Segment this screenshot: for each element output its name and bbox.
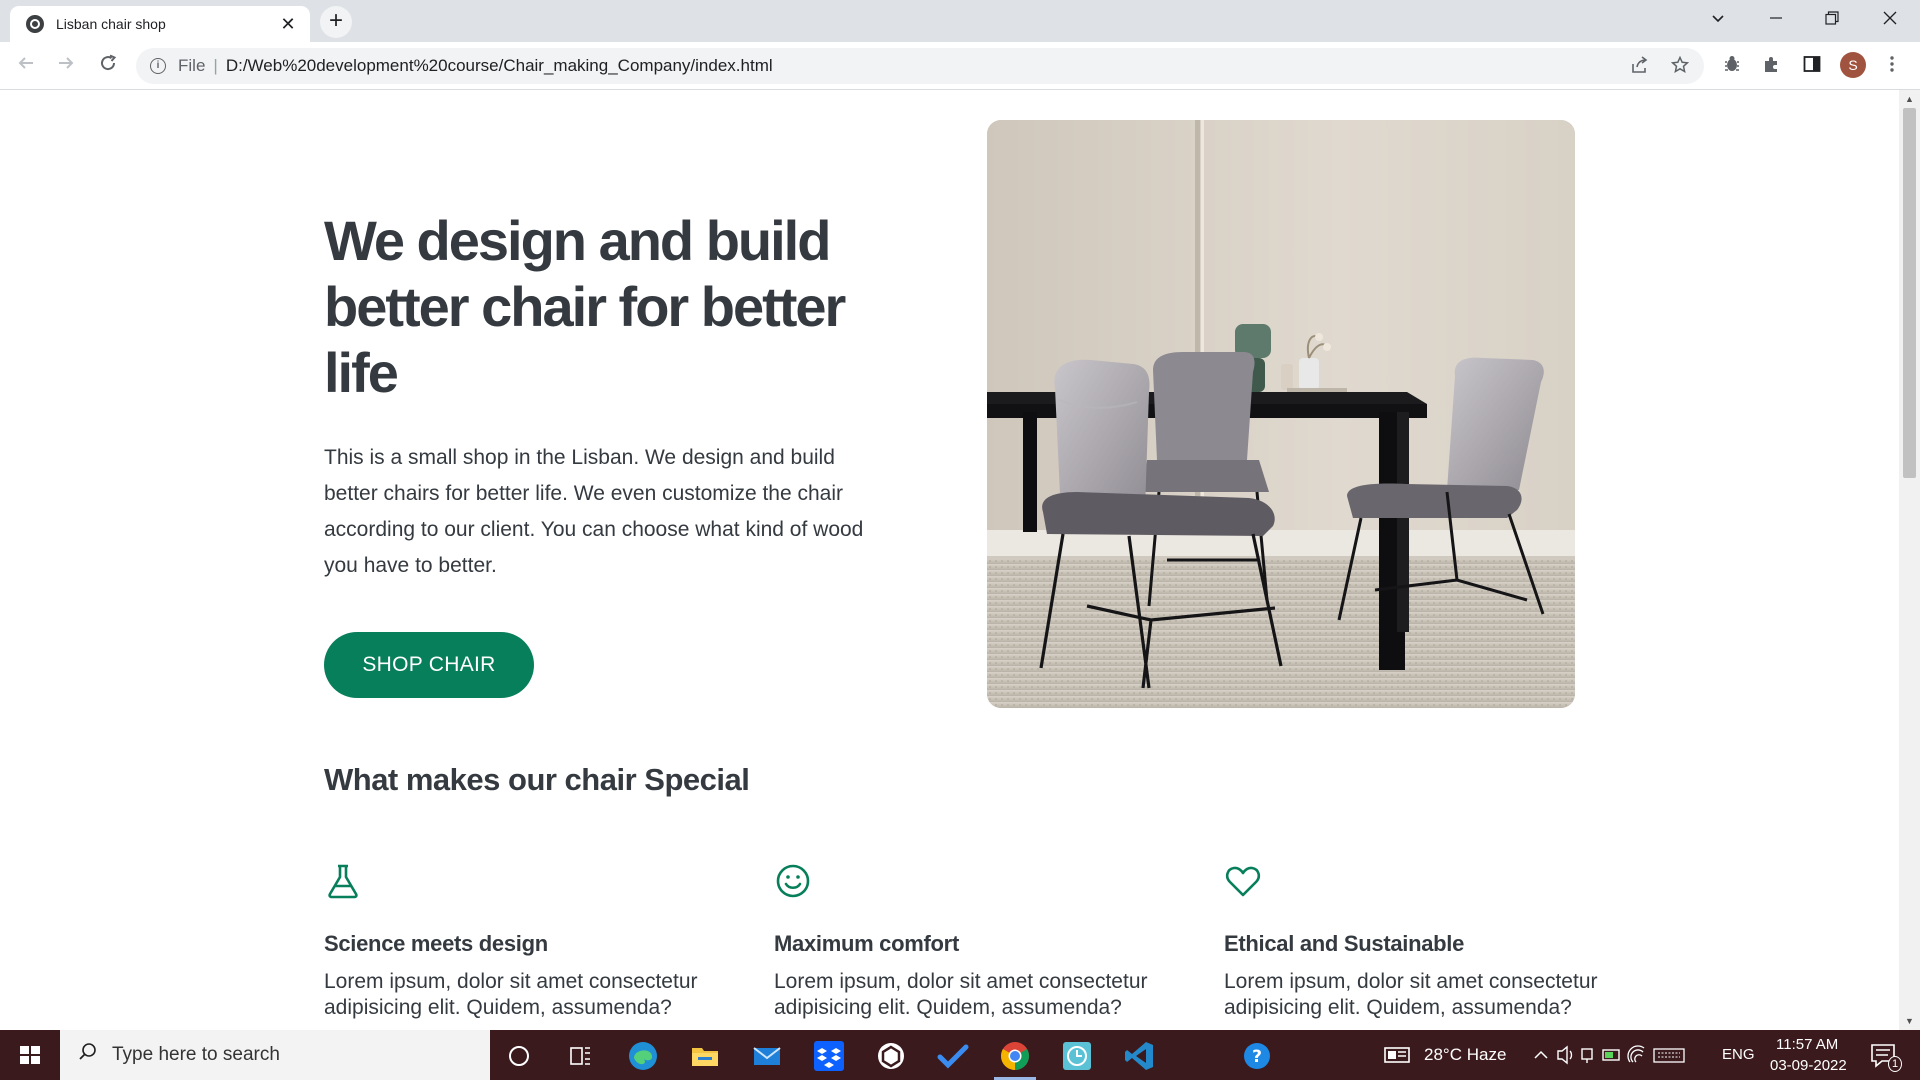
heart-icon <box>1225 866 1261 897</box>
system-tray-icons[interactable] <box>1530 1040 1690 1070</box>
page-scrollbar[interactable]: ▲ ▼ <box>1899 90 1920 1030</box>
tab-search-icon[interactable] <box>1690 0 1746 40</box>
hero-title: We design and build better chair for bet… <box>324 209 846 404</box>
help-icon[interactable]: ? <box>1240 1039 1274 1073</box>
search-icon <box>78 1042 98 1068</box>
todo-check-icon[interactable] <box>936 1039 970 1073</box>
clock-date[interactable]: 03-09-2022 <box>1770 1057 1847 1074</box>
weather-text[interactable]: 28°C Haze <box>1424 1045 1506 1065</box>
info-icon[interactable]: i <box>150 58 166 74</box>
taskbar-search-placeholder: Type here to search <box>112 1044 280 1065</box>
feature-title: Science meets design <box>324 931 548 956</box>
feature-card: Maximum comfort Lorem ipsum, dolor sit a… <box>774 862 1174 1021</box>
clock-app-icon[interactable] <box>1060 1039 1094 1073</box>
hero-description: This is a small shop in the Lisban. We d… <box>324 446 864 577</box>
url-text[interactable]: D:/Web%20development%20course/Chair_maki… <box>226 56 773 76</box>
feature-text: Lorem ipsum, dolor sit amet consectetur … <box>324 970 698 1019</box>
app-hexagon-icon[interactable] <box>874 1039 908 1073</box>
address-bar[interactable]: i File | D:/Web%20development%20course/C… <box>136 48 1704 84</box>
feature-title: Ethical and Sustainable <box>1224 931 1465 956</box>
close-window-icon[interactable] <box>1862 0 1918 40</box>
close-tab-icon[interactable]: ✕ <box>278 14 298 35</box>
share-icon[interactable] <box>1630 56 1650 76</box>
windows-taskbar: Type here to search ? 28°C Haze ENG 11:5… <box>0 1030 1920 1080</box>
browser-toolbar: i File | D:/Web%20development%20course/C… <box>0 42 1920 90</box>
scroll-down-arrow-icon[interactable]: ▼ <box>1899 1012 1920 1030</box>
menu-kebab-icon[interactable] <box>1880 54 1904 78</box>
globe-icon <box>26 15 44 33</box>
extension-bug-icon[interactable] <box>1720 54 1744 78</box>
smile-icon <box>776 864 810 898</box>
mail-icon[interactable] <box>750 1039 784 1073</box>
feature-title: Maximum comfort <box>774 931 959 956</box>
clock-time[interactable]: 11:57 AM <box>1776 1036 1838 1053</box>
shop-chair-button[interactable]: SHOP CHAIR <box>324 632 534 698</box>
task-view-icon[interactable] <box>563 1039 597 1073</box>
profile-avatar[interactable]: S <box>1840 52 1866 78</box>
new-tab-button[interactable]: + <box>320 6 352 38</box>
back-icon[interactable] <box>10 50 42 82</box>
side-panel-icon[interactable] <box>1800 54 1824 78</box>
url-separator: | <box>213 56 218 75</box>
notification-count-badge: 1 <box>1888 1056 1902 1072</box>
page-viewport: We design and build better chair for bet… <box>0 90 1899 1030</box>
extensions-puzzle-icon[interactable] <box>1760 54 1784 78</box>
feature-card: Science meets design Lorem ipsum, dolor … <box>324 862 724 1021</box>
browser-tab[interactable]: Lisban chair shop ✕ <box>10 6 310 42</box>
vscode-icon[interactable] <box>1122 1039 1156 1073</box>
bookmark-star-icon[interactable] <box>1670 55 1690 76</box>
language-indicator[interactable]: ENG <box>1722 1046 1755 1063</box>
feature-card: Ethical and Sustainable Lorem ipsum, dol… <box>1224 862 1624 1021</box>
restore-icon[interactable] <box>1804 0 1860 40</box>
tab-title: Lisban chair shop <box>56 16 166 32</box>
windows-start-icon[interactable] <box>0 1030 60 1080</box>
flask-icon <box>328 864 358 899</box>
svg-text:?: ? <box>1252 1047 1262 1067</box>
minimize-icon[interactable] <box>1748 0 1804 40</box>
edge-browser-icon[interactable] <box>626 1039 660 1073</box>
feature-text: Lorem ipsum, dolor sit amet consectetur … <box>1224 970 1598 1019</box>
url-scheme-label: File <box>178 56 206 75</box>
features-section-title: What makes our chair Special <box>324 762 750 797</box>
dropbox-icon[interactable] <box>812 1039 846 1073</box>
forward-icon[interactable] <box>50 50 82 82</box>
taskbar-search-box[interactable]: Type here to search <box>60 1030 490 1080</box>
feature-text: Lorem ipsum, dolor sit amet consectetur … <box>774 970 1148 1019</box>
hero-image-dining-chairs <box>987 120 1575 708</box>
scroll-up-arrow-icon[interactable]: ▲ <box>1899 90 1920 108</box>
cortana-icon[interactable] <box>502 1039 536 1073</box>
browser-tab-bar: Lisban chair shop ✕ + <box>0 0 1920 42</box>
weather-icon[interactable] <box>1382 1040 1412 1070</box>
chrome-icon[interactable] <box>998 1039 1032 1073</box>
file-explorer-icon[interactable] <box>688 1039 722 1073</box>
scrollbar-thumb[interactable] <box>1903 108 1916 478</box>
reload-icon[interactable] <box>92 50 124 82</box>
